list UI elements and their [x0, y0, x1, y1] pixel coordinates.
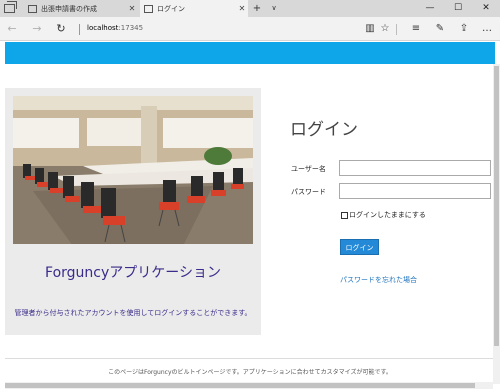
divider: [5, 358, 495, 359]
tab-travel-request[interactable]: 出張申請書の作成 ✕: [24, 0, 138, 17]
page-icon: [28, 4, 37, 13]
horizontal-scrollbar[interactable]: [5, 382, 493, 389]
reading-view-icon[interactable]: ▥: [362, 21, 378, 37]
app-name-heading: Forguncyアプリケーション: [45, 265, 221, 281]
tab-preview-icon[interactable]: [4, 1, 17, 13]
browser-tab-bar: 出張申請書の作成 ✕ ログイン ✕ + ∨ — ☐ ✕: [0, 0, 500, 17]
minimize-button[interactable]: —: [416, 0, 444, 17]
page-icon: [144, 4, 153, 13]
password-input[interactable]: [339, 183, 491, 199]
app-header-bar: [5, 42, 495, 64]
url-host: localhost: [87, 24, 119, 32]
remember-me-checkbox[interactable]: [341, 211, 348, 219]
address-bar: ← → ↻ localhost:17345 ▥ ☆ ≡ ✎ ⇪ …: [0, 17, 500, 41]
close-window-button[interactable]: ✕: [472, 0, 500, 17]
footer-text: このページはForguncyのビルトインページです。アプリケーションに合わせてカ…: [108, 369, 392, 376]
hub-icon[interactable]: ≡: [408, 21, 424, 37]
back-icon[interactable]: ←: [4, 21, 20, 37]
forward-icon[interactable]: →: [29, 21, 45, 37]
tab-login[interactable]: ログイン ✕: [140, 0, 248, 17]
divider: [79, 24, 80, 35]
url-port: :17345: [118, 24, 144, 32]
login-title: ログイン: [290, 120, 358, 140]
new-tab-button[interactable]: +: [250, 0, 264, 17]
username-label: ユーザー名: [291, 165, 326, 173]
login-button[interactable]: ログイン: [340, 239, 379, 255]
conference-room-image: [13, 96, 253, 244]
tab-label: 出張申請書の作成: [41, 4, 97, 13]
url-field[interactable]: localhost:17345: [87, 22, 143, 35]
scrollbar-thumb[interactable]: [5, 383, 475, 388]
remember-me-label: ログインしたままにする: [349, 211, 426, 219]
scrollbar-thumb[interactable]: [494, 66, 499, 346]
app-description: 管理者から付与されたアカウントを使用してログインすることができます。: [14, 309, 252, 317]
more-icon[interactable]: …: [479, 21, 495, 37]
tab-close-icon[interactable]: ✕: [236, 4, 248, 13]
password-label: パスワード: [291, 188, 326, 196]
tab-list-chevron-icon[interactable]: ∨: [268, 0, 280, 17]
username-input[interactable]: [339, 160, 491, 176]
tab-label: ログイン: [157, 4, 185, 13]
forgot-password-link[interactable]: パスワードを忘れた場合: [340, 275, 417, 285]
divider: [396, 24, 397, 35]
refresh-icon[interactable]: ↻: [53, 21, 69, 37]
maximize-button[interactable]: ☐: [444, 0, 472, 17]
tab-close-icon[interactable]: ✕: [126, 4, 138, 13]
share-icon[interactable]: ⇪: [456, 21, 472, 37]
web-note-icon[interactable]: ✎: [432, 21, 448, 37]
remember-me-option[interactable]: ログインしたままにする: [341, 210, 426, 220]
favorite-star-icon[interactable]: ☆: [377, 21, 393, 37]
vertical-scrollbar[interactable]: [493, 64, 500, 384]
app-info-panel: Forguncyアプリケーション 管理者から付与されたアカウントを使用してログイ…: [5, 88, 261, 335]
